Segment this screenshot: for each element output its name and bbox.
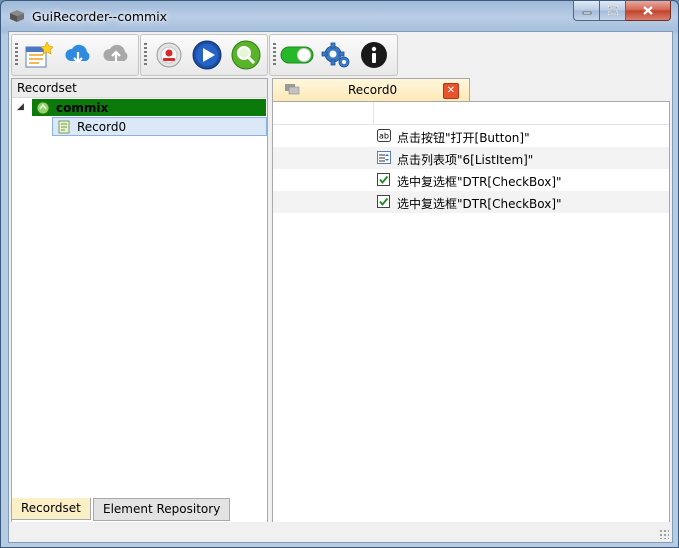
minimize-icon	[582, 11, 591, 14]
client-area: Recordset ◢ commix Record0 Recordset Ele…	[8, 31, 673, 543]
close-icon: ✕	[446, 85, 456, 96]
toggle-on-icon	[280, 46, 314, 64]
column-divider[interactable]	[373, 102, 374, 124]
minimize-button[interactable]	[573, 1, 600, 21]
cloud-upload-icon	[103, 44, 128, 62]
checkbox-icon	[377, 195, 390, 208]
app-window: GuiRecorder--commix Recordset ◢ commix R…	[0, 0, 679, 548]
steps-list: ab 点击按钮"打开[Button]" 点击列表项"6[ListItem]" 选…	[272, 101, 670, 541]
left-panel-tabs: Recordset Element Repository	[11, 498, 251, 521]
svg-text:ab: ab	[379, 132, 389, 141]
list-item[interactable]: 选中复选框"DTR[CheckBox]"	[273, 169, 669, 191]
record-icon	[156, 42, 182, 68]
settings-button[interactable]	[320, 39, 352, 71]
info-button[interactable]	[358, 39, 390, 71]
toolbar-group-record	[140, 34, 268, 76]
toolbar-grip[interactable]	[273, 43, 276, 67]
close-button[interactable]	[626, 1, 671, 21]
steps-list-header	[273, 102, 669, 125]
maximize-icon	[607, 6, 618, 15]
upload-button[interactable]	[100, 39, 132, 71]
new-record-button[interactable]	[22, 39, 54, 71]
close-icon	[643, 6, 653, 15]
new-record-icon	[25, 41, 53, 68]
tab-record-label: Record0	[348, 83, 398, 97]
list-item[interactable]: ab 点击按钮"打开[Button]"	[273, 125, 669, 147]
step-text: 点击按钮"打开[Button]"	[397, 131, 530, 145]
toolbar-grip[interactable]	[144, 43, 147, 67]
resize-grip[interactable]	[659, 529, 669, 539]
tab-record[interactable]: Record0 ✕	[272, 78, 470, 101]
record-file-icon	[58, 120, 70, 133]
list-item[interactable]: 点击列表项"6[ListItem]"	[273, 147, 669, 169]
maximize-button[interactable]	[600, 1, 626, 21]
checkbox-icon	[377, 173, 390, 186]
toolbar-group-file	[11, 34, 139, 76]
listitem-icon	[377, 151, 391, 164]
textbox-icon: ab	[377, 129, 391, 142]
cloud-download-icon	[65, 44, 90, 64]
project-icon	[36, 101, 50, 114]
play-button[interactable]	[191, 39, 223, 71]
toolbar	[9, 32, 672, 76]
inspect-button[interactable]	[230, 39, 262, 71]
step-text: 选中复选框"DTR[CheckBox]"	[397, 175, 562, 189]
record-button[interactable]	[153, 39, 185, 71]
tree-node-root[interactable]: commix	[32, 99, 266, 116]
record-tab-icon	[285, 84, 300, 95]
inspect-icon	[231, 40, 261, 70]
recordset-panel-header: Recordset	[12, 79, 267, 98]
title-bar[interactable]: GuiRecorder--commix	[1, 1, 678, 31]
tab-element-repository[interactable]: Element Repository	[93, 498, 231, 521]
settings-icon	[321, 42, 350, 68]
list-item[interactable]: 选中复选框"DTR[CheckBox]"	[273, 191, 669, 213]
tab-recordset[interactable]: Recordset	[11, 498, 91, 520]
toolbar-group-settings	[269, 34, 398, 76]
info-icon	[361, 42, 387, 68]
window-title: GuiRecorder--commix	[32, 9, 168, 24]
download-button[interactable]	[62, 39, 94, 71]
record-panel: Record0 ✕ ab 点击按钮"打开[Button]" 点击列表项"6[Li…	[272, 78, 670, 541]
step-text: 点击列表项"6[ListItem]"	[397, 153, 534, 167]
collapse-arrow-icon[interactable]: ◢	[17, 102, 24, 112]
tree-node-root-label: commix	[56, 100, 109, 115]
play-icon	[192, 40, 222, 70]
status-bar	[9, 522, 672, 542]
tree-node-record-label: Record0	[77, 119, 127, 134]
recordset-panel: Recordset ◢ commix Record0	[11, 78, 268, 542]
toggle-button[interactable]	[280, 39, 314, 71]
tree-node-record[interactable]: Record0	[52, 117, 267, 136]
toolbar-grip[interactable]	[15, 43, 18, 67]
app-icon	[10, 10, 24, 22]
step-text: 选中复选框"DTR[CheckBox]"	[397, 197, 562, 211]
close-tab-button[interactable]: ✕	[443, 83, 459, 99]
